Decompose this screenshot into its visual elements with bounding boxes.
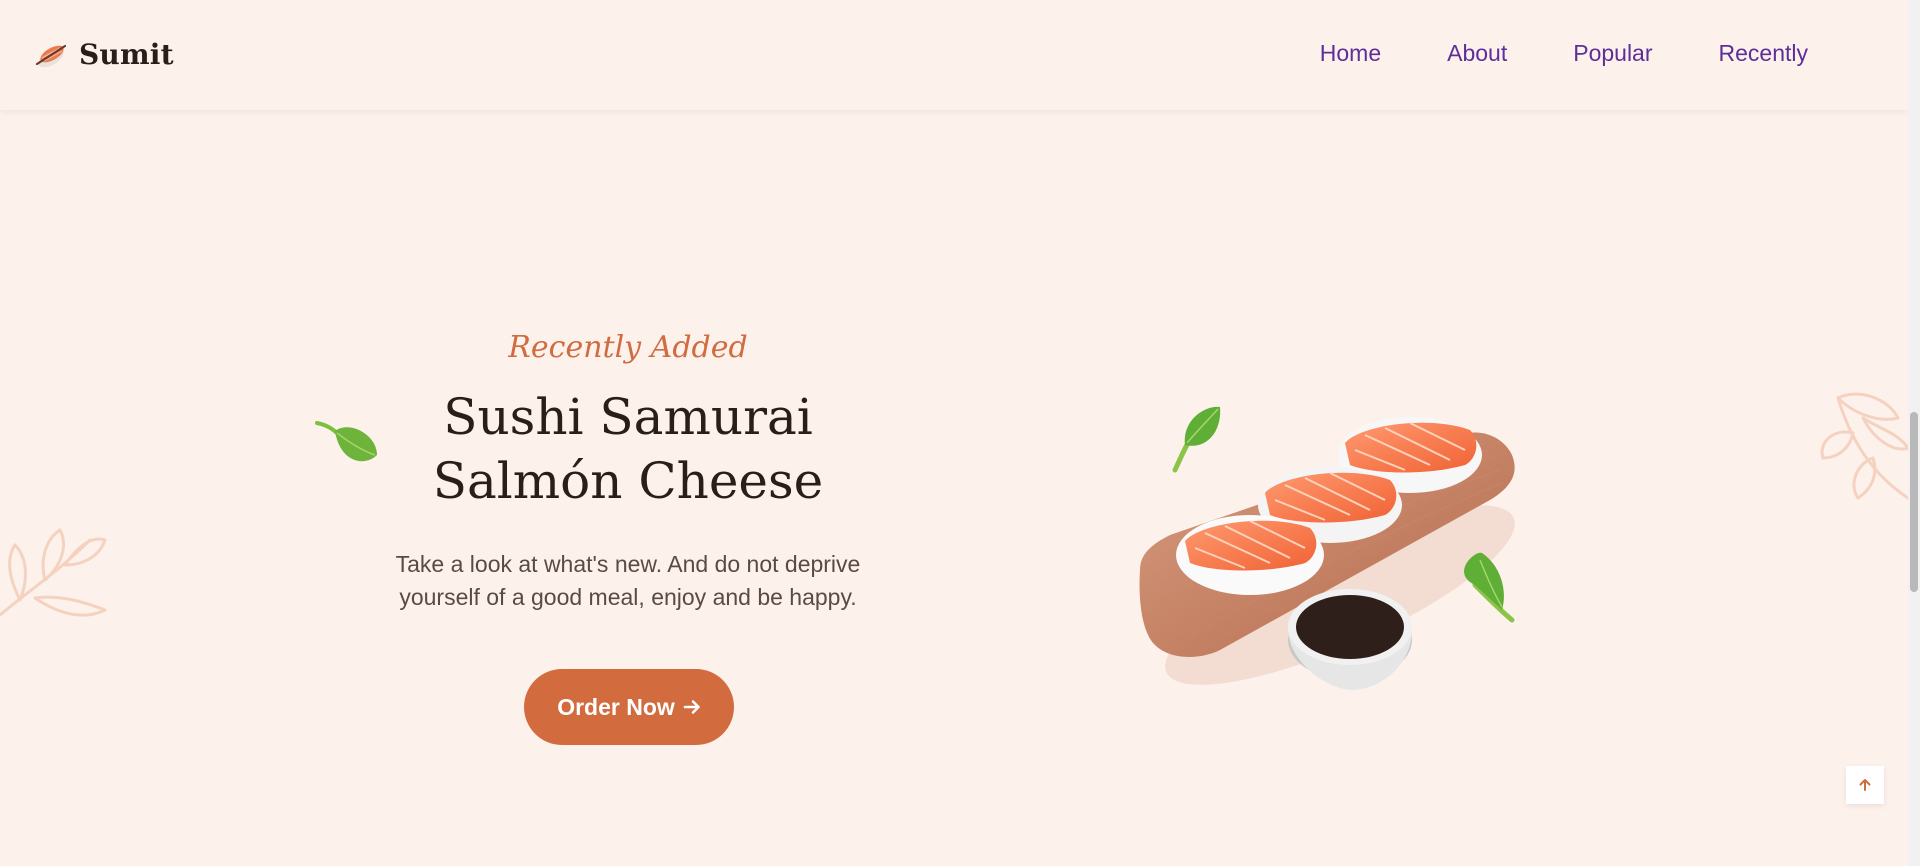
nav-link-about[interactable]: About <box>1447 40 1507 67</box>
leaf-outline-right-icon <box>1820 392 1908 500</box>
brand-name: Sumit <box>79 37 174 71</box>
soy-sauce-bowl <box>1288 589 1412 690</box>
sushi-logo-icon <box>35 44 67 68</box>
sushi-board-image <box>1139 406 1515 690</box>
arrow-right-icon <box>683 700 700 714</box>
page-scrollbar[interactable] <box>1908 0 1920 866</box>
scroll-top-button[interactable] <box>1846 766 1884 804</box>
scrollbar-thumb[interactable] <box>1910 412 1918 592</box>
sushi-piece-1 <box>1176 515 1324 595</box>
brand-link[interactable]: Sumit <box>33 36 174 72</box>
leaf-top <box>1172 406 1221 473</box>
hero-title-line-2: Salmón Cheese <box>432 452 824 510</box>
nav-link-home[interactable]: Home <box>1320 40 1381 67</box>
nav-link-popular[interactable]: Popular <box>1573 40 1652 67</box>
green-leaf-icon <box>315 421 377 462</box>
order-now-button[interactable]: Order Now <box>524 669 734 745</box>
hero-title-line-1: Sushi Samurai <box>443 388 813 446</box>
site-header: Sumit Home About Popular Recently <box>0 0 1908 110</box>
hero-title: Sushi Samurai Salmón Cheese <box>378 385 878 513</box>
arrow-up-icon <box>1859 779 1871 791</box>
main-nav: Home About Popular Recently <box>1320 40 1808 67</box>
hero-description: Take a look at what's new. And do not de… <box>395 551 861 610</box>
order-now-label: Order Now <box>557 693 675 720</box>
section-subtitle: Recently Added <box>508 330 748 365</box>
leaf-right <box>1464 552 1515 623</box>
leaf-outline-left-icon <box>0 528 107 617</box>
page: Sumit Home About Popular Recently Recent… <box>0 0 1920 866</box>
nav-link-recently[interactable]: Recently <box>1719 40 1808 67</box>
